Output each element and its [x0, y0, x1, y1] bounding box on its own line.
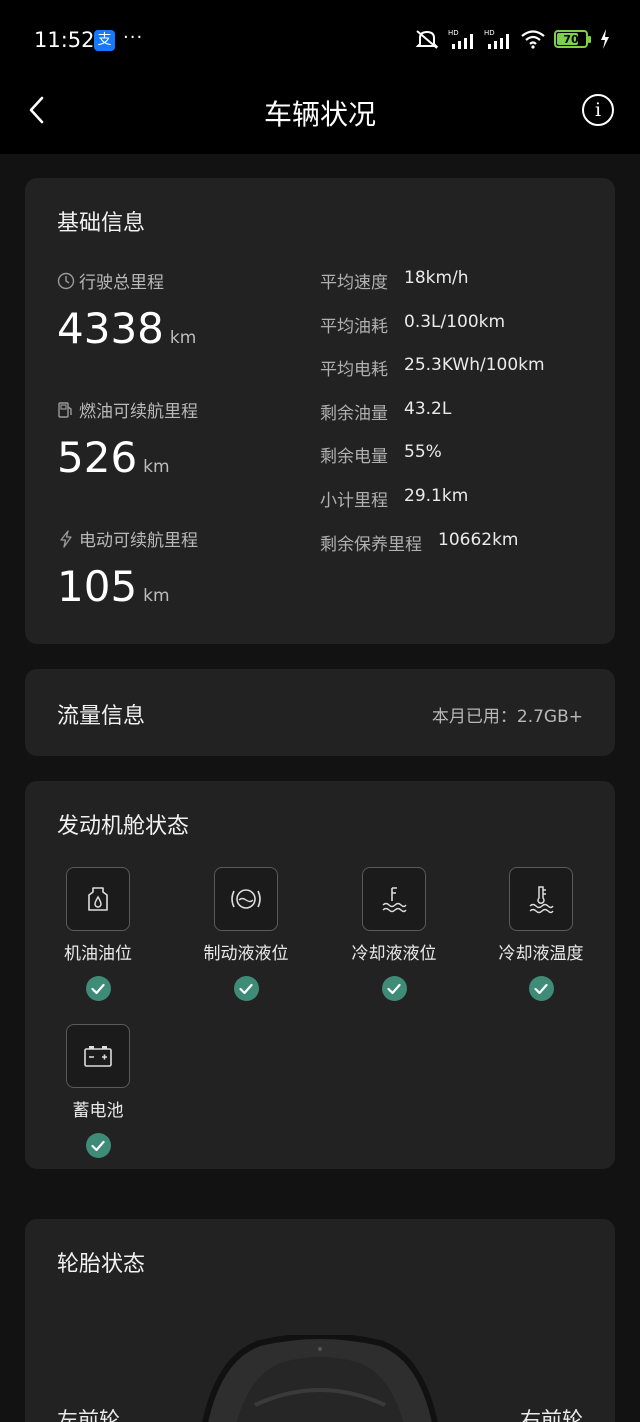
total-mileage-label-text: 行驶总里程: [79, 273, 164, 293]
coolant-temp-icon: [509, 867, 573, 931]
data-usage-card[interactable]: 流量信息 本月已用：2.7GB+: [25, 669, 615, 756]
fuel-pump-icon: [58, 401, 72, 418]
detail-key: 剩余电量: [320, 447, 388, 467]
fuel-range-unit: km: [143, 457, 170, 477]
engine-item-label: 机油油位: [64, 944, 132, 964]
front-right-tire-label: 右前轮: [520, 1408, 583, 1422]
battery-level: 70: [563, 32, 579, 46]
fuel-range-value: 526 km: [57, 433, 170, 482]
check-icon: [528, 976, 554, 1001]
detail-key: 小计里程: [320, 491, 388, 511]
basic-info-card: 基础信息 行驶总里程 4338 km 燃油可续航里程 526 km 电动可续航里程 …: [25, 178, 615, 644]
detail-row: 平均油耗 0.3L/100km: [320, 312, 505, 337]
engine-item-oil-level[interactable]: 机油油位: [38, 867, 158, 1001]
info-icon[interactable]: i: [582, 94, 614, 126]
tire-status-card: 轮胎状态 左前轮 右前轮: [25, 1219, 615, 1422]
detail-key: 平均电耗: [320, 360, 388, 380]
check-icon: [85, 976, 111, 1001]
detail-key: 平均速度: [320, 273, 388, 293]
detail-value: 18km/h: [404, 268, 469, 288]
car-battery-icon: [66, 1024, 130, 1088]
data-usage-title: 流量信息: [57, 704, 146, 729]
total-mileage-number: 4338: [57, 304, 164, 353]
more-notifications-icon: ···: [123, 27, 144, 48]
fuel-range-label: 燃油可续航里程: [57, 397, 198, 422]
detail-value: 25.3KWh/100km: [404, 355, 545, 375]
data-usage-summary: 本月已用：2.7GB+: [431, 707, 583, 727]
fuel-range-number: 526: [57, 433, 138, 482]
navigation-bar: 车辆状况 i: [0, 80, 640, 154]
check-icon: [381, 976, 407, 1001]
coolant-level-icon: [362, 867, 426, 931]
detail-value: 29.1km: [404, 486, 469, 506]
engine-status-card: 发动机舱状态 机油油位 制动液液位 冷却液液位 冷却液温度 蓄电池: [25, 781, 615, 1169]
brake-fluid-icon: [214, 867, 278, 931]
check-icon: [233, 976, 259, 1001]
total-mileage-unit: km: [169, 328, 197, 348]
oil-level-icon: [66, 867, 130, 931]
clock-icon: [57, 272, 75, 289]
total-mileage-label: 行驶总里程: [57, 268, 164, 293]
ev-range-number: 105: [57, 562, 138, 611]
ev-range-label: 电动可续航里程: [57, 526, 198, 551]
mute-icon: [415, 30, 439, 49]
engine-status-title: 发动机舱状态: [57, 814, 190, 839]
detail-key: 平均油耗: [320, 317, 388, 337]
detail-row: 剩余油量 43.2L: [320, 399, 451, 424]
front-left-tire-label: 左前轮: [57, 1408, 120, 1422]
signal-hd-icon: HD: [484, 29, 509, 49]
engine-item-coolant-level[interactable]: 冷却液液位: [334, 867, 454, 1001]
total-mileage-value: 4338 km: [57, 304, 196, 353]
detail-key: 剩余保养里程: [320, 535, 422, 555]
status-icons: HD HD 70: [414, 28, 610, 50]
fuel-range-label-text: 燃油可续航里程: [79, 402, 198, 422]
check-icon: [85, 1133, 111, 1158]
charging-icon: [601, 29, 609, 49]
page-title: 车辆状况: [263, 98, 376, 131]
detail-key: 剩余油量: [320, 404, 388, 424]
ev-range-value: 105 km: [57, 562, 170, 611]
basic-info-title: 基础信息: [57, 211, 146, 236]
status-time: 11:52: [34, 28, 95, 52]
detail-row: 平均速度 18km/h: [320, 268, 469, 293]
engine-item-battery[interactable]: 蓄电池: [38, 1024, 158, 1158]
wifi-icon: [521, 30, 545, 49]
ev-range-label-text: 电动可续航里程: [79, 531, 198, 551]
detail-value: 0.3L/100km: [404, 312, 506, 332]
detail-row: 小计里程 29.1km: [320, 486, 468, 511]
detail-row: 剩余电量 55%: [320, 442, 442, 467]
ev-range-unit: km: [143, 586, 170, 606]
alipay-icon: 支: [94, 30, 115, 51]
engine-item-label: 蓄电池: [72, 1101, 124, 1121]
signal-hd-icon: HD: [448, 29, 473, 49]
detail-value: 43.2L: [404, 399, 452, 419]
status-bar: 11:52 支 ··· HD HD 70: [0, 0, 640, 80]
engine-item-coolant-temp[interactable]: 冷却液温度: [481, 867, 601, 1001]
lightning-icon: [60, 529, 72, 548]
engine-item-brake-fluid[interactable]: 制动液液位: [186, 867, 306, 1001]
tire-status-title: 轮胎状态: [57, 1252, 146, 1277]
engine-item-label: 冷却液液位: [351, 944, 437, 964]
engine-item-label: 制动液液位: [203, 944, 289, 964]
car-top-view-image: [202, 1335, 438, 1422]
detail-row: 平均电耗 25.3KWh/100km: [320, 355, 545, 380]
battery-icon: 70: [554, 30, 591, 48]
detail-row: 剩余保养里程 10662km: [320, 530, 518, 555]
detail-value: 10662km: [438, 530, 519, 550]
svg-text:HD: HD: [448, 29, 459, 37]
svg-text:HD: HD: [484, 29, 495, 37]
detail-value: 55%: [404, 442, 442, 462]
engine-item-label: 冷却液温度: [498, 944, 584, 964]
